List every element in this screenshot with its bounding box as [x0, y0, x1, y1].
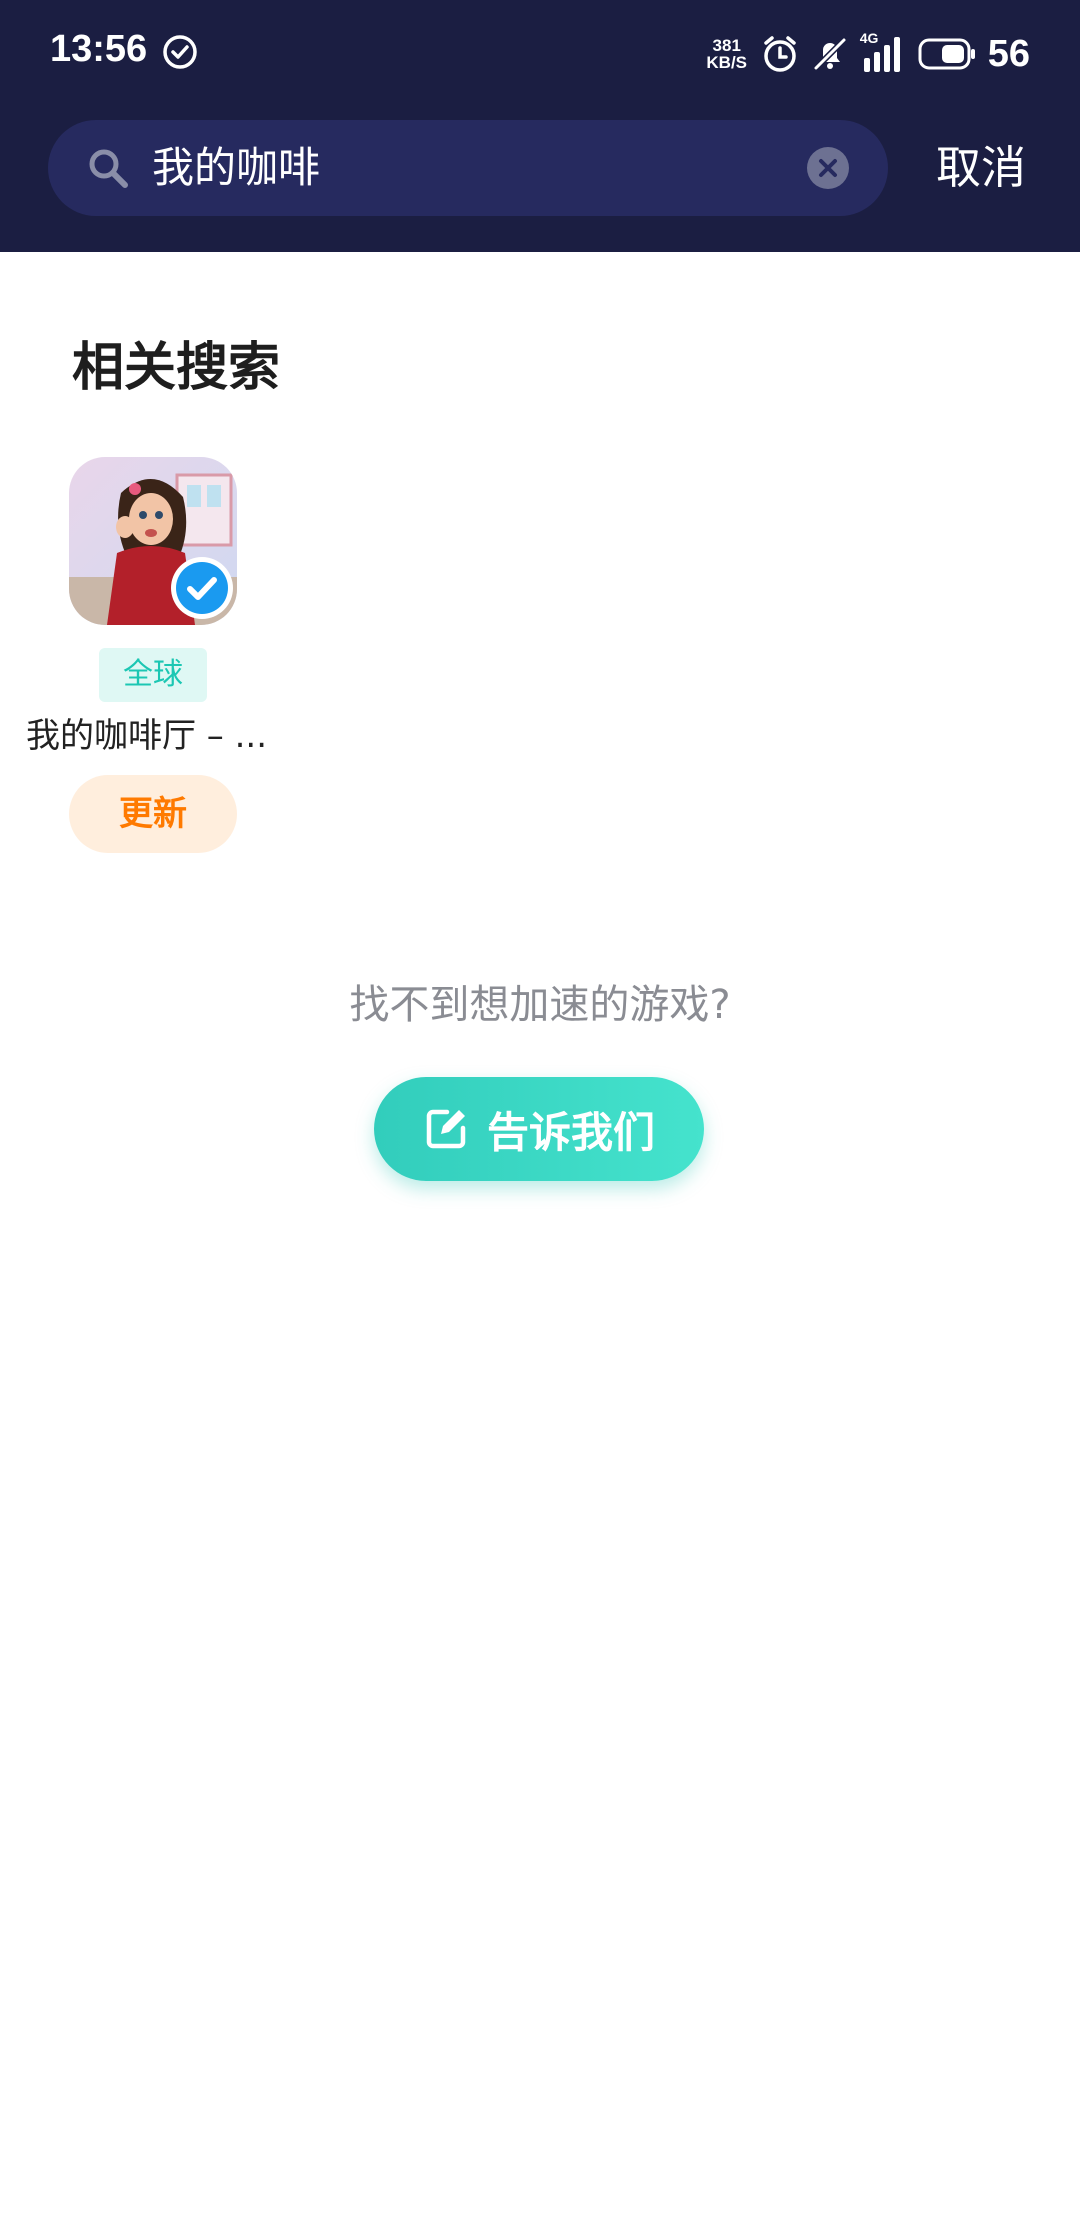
check-circle-icon — [163, 35, 197, 69]
region-tag: 全球 — [99, 648, 207, 702]
net-speed-unit: KB/S — [706, 53, 748, 72]
net-speed-value: 381 — [712, 36, 741, 55]
update-button[interactable]: 更新 — [69, 775, 237, 853]
search-query[interactable]: 我的咖啡 — [152, 142, 320, 194]
search-input[interactable]: 我的咖啡 — [48, 120, 888, 216]
battery-icon — [918, 38, 975, 70]
status-indicators: 381 KB/S 4G 56 — [704, 30, 1030, 78]
alarm-icon — [763, 36, 796, 72]
status-time: 13:56 — [50, 28, 148, 70]
verified-badge-icon — [171, 557, 233, 619]
tell-us-button[interactable]: 告诉我们 — [374, 1077, 704, 1181]
signal-group: 4G — [860, 30, 908, 74]
tell-us-label: 告诉我们 — [486, 1107, 655, 1157]
game-card[interactable]: 全球 我的咖啡厅 – ... 更新 — [26, 455, 280, 855]
signal-icon — [863, 37, 900, 72]
cancel-button[interactable]: 取消 — [936, 140, 1026, 196]
search-icon — [89, 149, 128, 188]
game-name[interactable]: 我的咖啡厅 – ... — [26, 711, 280, 761]
mute-bell-icon — [813, 37, 846, 71]
status-bar: 13:56 381 KB/S 4G 56 — [0, 0, 1080, 108]
header: 13:56 381 KB/S 4G 56 我的咖啡 取消 — [0, 0, 1080, 252]
not-found-prompt: 找不到想加速的游戏? — [349, 982, 731, 1028]
clear-search-icon[interactable] — [806, 146, 850, 190]
battery-level: 56 — [987, 32, 1030, 75]
net-speed: 381 KB/S — [704, 37, 750, 71]
section-title: 相关搜索 — [72, 338, 281, 398]
edit-icon — [426, 1109, 466, 1149]
